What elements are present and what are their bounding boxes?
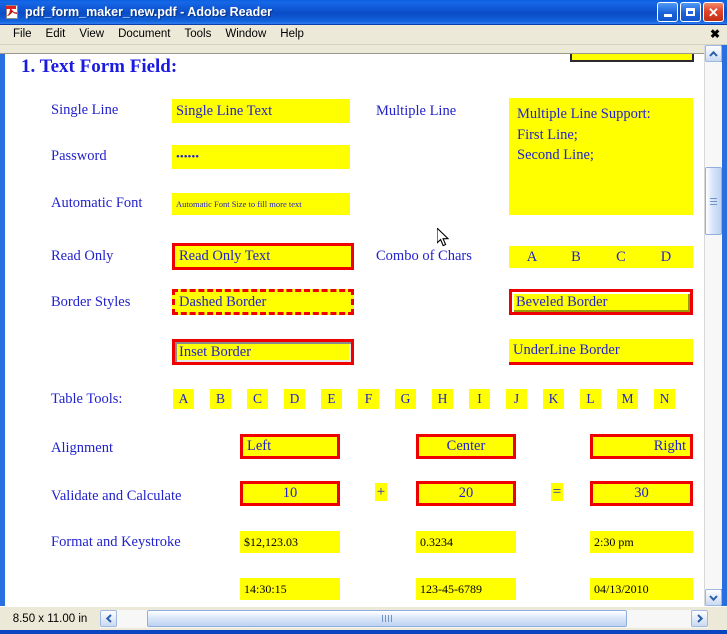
field-currency[interactable]: $12,123.03 bbox=[240, 531, 340, 553]
close-icon: ✕ bbox=[708, 4, 719, 20]
title-bar: pdf_form_maker_new.pdf - Adobe Reader ✕ bbox=[0, 0, 727, 25]
field-dashed-border[interactable]: Dashed Border bbox=[172, 289, 354, 315]
field-underline-border[interactable]: UnderLine Border bbox=[509, 339, 693, 365]
field-beveled-border[interactable]: Beveled Border bbox=[509, 289, 693, 315]
table-cell-b[interactable]: B bbox=[210, 389, 231, 409]
label-validate-and-calculate: Validate and Calculate bbox=[51, 488, 182, 504]
table-cell-d[interactable]: D bbox=[284, 389, 305, 409]
field-password[interactable]: •••••• bbox=[172, 145, 350, 169]
toolbar-strip bbox=[0, 45, 727, 54]
label-single-line: Single Line bbox=[51, 102, 119, 118]
combo-option-a: A bbox=[526, 248, 538, 265]
horizontal-scrollbar[interactable] bbox=[100, 609, 708, 628]
vertical-scroll-track[interactable] bbox=[705, 62, 722, 589]
label-format-and-keystroke: Format and Keystroke bbox=[51, 534, 181, 550]
vertical-scroll-thumb[interactable] bbox=[705, 167, 722, 235]
menu-item-document[interactable]: Document bbox=[111, 26, 177, 43]
label-alignment: Alignment bbox=[51, 440, 114, 456]
label-combo-of-chars: Combo of Chars bbox=[376, 248, 472, 264]
menu-item-view[interactable]: View bbox=[72, 26, 111, 43]
table-cell-g[interactable]: G bbox=[395, 389, 416, 409]
minimize-button[interactable] bbox=[657, 2, 678, 22]
scroll-up-button[interactable] bbox=[705, 45, 722, 62]
field-percent[interactable]: 0.3234 bbox=[416, 531, 516, 553]
pdf-document-icon bbox=[4, 4, 20, 20]
combo-option-c: C bbox=[616, 248, 626, 265]
menu-item-edit[interactable]: Edit bbox=[39, 26, 73, 43]
menu-item-window[interactable]: Window bbox=[218, 26, 273, 43]
chevron-down-icon bbox=[709, 594, 718, 601]
field-single-line[interactable]: Single Line Text bbox=[172, 99, 350, 123]
adobe-reader-window: pdf_form_maker_new.pdf - Adobe Reader ✕ … bbox=[0, 0, 727, 634]
close-button[interactable]: ✕ bbox=[703, 2, 724, 22]
close-toolbar-icon[interactable]: ✖ bbox=[710, 28, 720, 41]
resize-corner[interactable] bbox=[710, 609, 725, 624]
menu-item-tools[interactable]: Tools bbox=[178, 26, 219, 43]
operator-plus: + bbox=[375, 483, 387, 501]
menu-item-file[interactable]: File bbox=[6, 26, 39, 43]
field-result[interactable]: 30 bbox=[590, 481, 693, 506]
scroll-grip-icon bbox=[382, 615, 392, 622]
scroll-right-button[interactable] bbox=[691, 610, 708, 627]
field-align-right[interactable]: Right bbox=[590, 434, 693, 459]
field-ssn[interactable]: 123-45-6789 bbox=[416, 578, 516, 600]
minimize-icon bbox=[663, 14, 672, 17]
scroll-left-button[interactable] bbox=[100, 610, 117, 627]
combo-option-b: B bbox=[571, 248, 581, 265]
field-time-24h[interactable]: 14:30:15 bbox=[240, 578, 340, 600]
window-edge-bottom bbox=[0, 630, 727, 634]
menu-bar: File Edit View Document Tools Window Hel… bbox=[0, 25, 727, 45]
field-read-only: Read Only Text bbox=[172, 243, 354, 270]
field-operand-a[interactable]: 10 bbox=[240, 481, 340, 506]
label-password: Password bbox=[51, 148, 107, 164]
field-time-12h[interactable]: 2:30 pm bbox=[590, 531, 693, 553]
clipped-field-above[interactable] bbox=[570, 54, 694, 62]
window-title: pdf_form_maker_new.pdf - Adobe Reader bbox=[25, 5, 273, 19]
table-cell-h[interactable]: H bbox=[432, 389, 453, 409]
page-size-indicator: 8.50 x 11.00 in bbox=[12, 612, 88, 625]
combo-option-d: D bbox=[660, 248, 672, 265]
maximize-icon bbox=[686, 8, 695, 16]
table-cell-j[interactable]: J bbox=[506, 389, 527, 409]
field-date[interactable]: 04/13/2010 bbox=[590, 578, 693, 600]
chevron-up-icon bbox=[709, 50, 718, 57]
table-cell-m[interactable]: M bbox=[617, 389, 638, 409]
document-viewport[interactable]: 1. Text Form Field: Single Line Single L… bbox=[5, 54, 704, 606]
page-heading: 1. Text Form Field: bbox=[21, 56, 178, 77]
scroll-down-button[interactable] bbox=[705, 589, 722, 606]
table-cell-e[interactable]: E bbox=[321, 389, 342, 409]
table-cell-c[interactable]: C bbox=[247, 389, 268, 409]
field-align-center[interactable]: Center bbox=[416, 434, 516, 459]
menu-item-help[interactable]: Help bbox=[273, 26, 311, 43]
table-cell-a[interactable]: A bbox=[173, 389, 194, 409]
field-operand-b[interactable]: 20 bbox=[416, 481, 516, 506]
horizontal-scroll-track[interactable] bbox=[117, 610, 691, 627]
field-automatic-font[interactable]: Automatic Font Size to fill more text bbox=[172, 193, 350, 215]
status-bar: 8.50 x 11.00 in bbox=[0, 606, 727, 630]
label-multiple-line: Multiple Line bbox=[376, 103, 457, 119]
vertical-scrollbar[interactable] bbox=[704, 45, 722, 606]
maximize-button[interactable] bbox=[680, 2, 701, 22]
label-border-styles: Border Styles bbox=[51, 294, 131, 310]
pdf-page: 1. Text Form Field: Single Line Single L… bbox=[5, 54, 704, 606]
chevron-right-icon bbox=[696, 614, 703, 623]
label-automatic-font: Automatic Font bbox=[51, 195, 143, 211]
horizontal-scroll-thumb[interactable] bbox=[147, 610, 627, 627]
field-combo-of-chars[interactable]: A B C D bbox=[509, 246, 693, 268]
table-cell-i[interactable]: I bbox=[469, 389, 490, 409]
table-cell-n[interactable]: N bbox=[654, 389, 675, 409]
field-multiple-line[interactable]: Multiple Line Support: First Line; Secon… bbox=[509, 98, 693, 215]
operator-equals: = bbox=[551, 483, 563, 501]
table-cell-f[interactable]: F bbox=[358, 389, 379, 409]
mouse-cursor-icon bbox=[436, 226, 451, 248]
label-read-only: Read Only bbox=[51, 248, 114, 264]
table-cell-k[interactable]: K bbox=[543, 389, 564, 409]
label-table-tools: Table Tools: bbox=[51, 391, 123, 407]
window-controls: ✕ bbox=[657, 2, 724, 22]
table-cell-l[interactable]: L bbox=[580, 389, 601, 409]
scroll-grip-icon bbox=[710, 196, 717, 207]
chevron-left-icon bbox=[105, 614, 112, 623]
field-inset-border[interactable]: Inset Border bbox=[172, 339, 354, 365]
field-align-left[interactable]: Left bbox=[240, 434, 340, 459]
